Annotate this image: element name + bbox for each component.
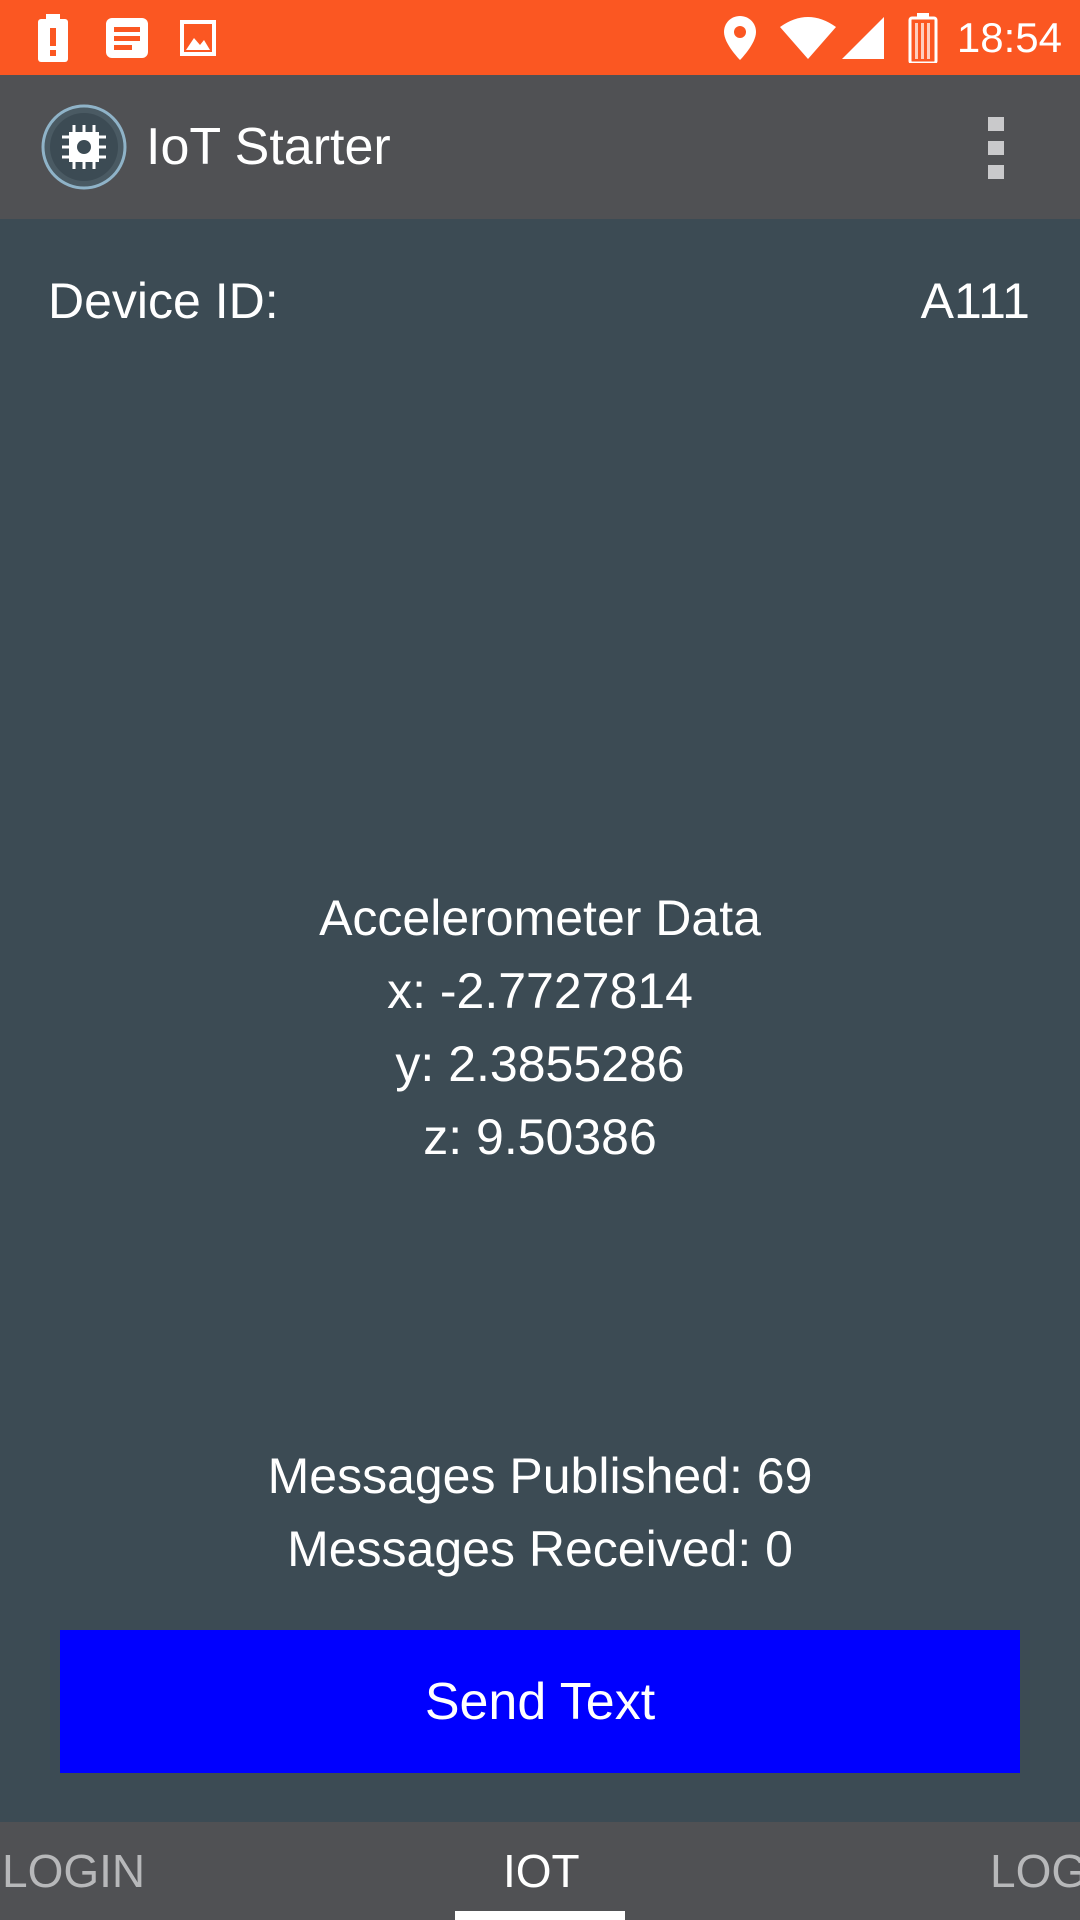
overflow-menu-icon[interactable] [976,117,1016,179]
status-bar: 18:54 [0,0,1080,75]
cell-signal-icon [842,0,884,75]
active-tab-indicator [455,1911,625,1920]
app-title: IoT Starter [146,118,391,176]
status-time: 18:54 [956,14,1062,61]
chip-icon [40,103,128,191]
tab-bar: LOGIN IOT LOG [0,1822,1080,1920]
accelerometer-x: x: -2.7727814 [387,963,693,1019]
device-id-label: Device ID: [48,273,279,329]
battery-icon [908,0,938,75]
image-icon [180,0,216,75]
battery-alert-icon [36,0,70,75]
tab-login[interactable]: LOGIN [2,1822,145,1920]
tab-iot[interactable]: IOT [503,1822,580,1920]
accelerometer-z: z: 9.50386 [423,1109,657,1165]
accelerometer-heading: Accelerometer Data [319,890,761,946]
accelerometer-panel: Accelerometer Data x: -2.7727814 y: 2.38… [0,882,1080,1174]
accelerometer-y: y: 2.3855286 [395,1036,685,1092]
message-stats: Messages Published: 69 Messages Received… [0,1440,1080,1586]
send-text-button[interactable]: Send Text [60,1630,1020,1773]
app-bar: IoT Starter [0,75,1080,219]
location-pin-icon [724,0,756,75]
messages-received: Messages Received: 0 [287,1521,793,1577]
wifi-icon [780,0,836,75]
tab-log[interactable]: LOG [990,1822,1080,1920]
messages-published: Messages Published: 69 [267,1448,813,1504]
notification-list-icon [106,0,148,75]
device-id-value: A111 [920,273,1030,329]
